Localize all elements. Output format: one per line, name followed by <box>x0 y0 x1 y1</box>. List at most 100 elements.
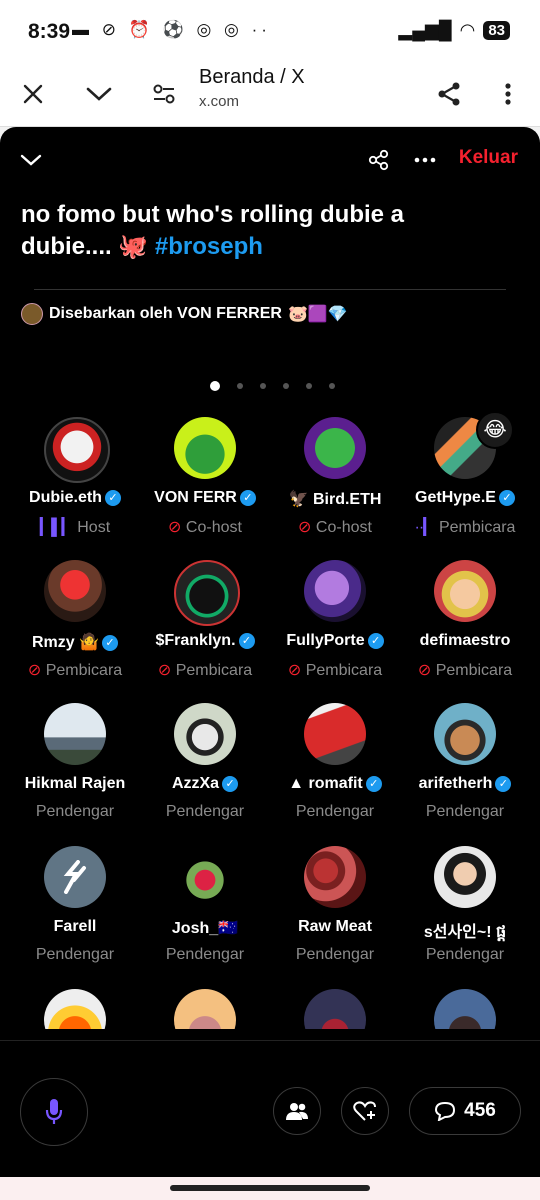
verified-badge-icon: ✓ <box>365 776 382 792</box>
browser-toolbar: Beranda / X x.com <box>0 62 540 127</box>
participant-role: Pendengar <box>425 803 505 820</box>
verified-badge-icon: ✓ <box>498 490 515 506</box>
participant-name: AzzXa <box>171 775 220 792</box>
mic-icon <box>45 1099 63 1124</box>
participant-card[interactable]: Farell Pendengar <box>10 846 140 986</box>
muted-mic-icon: ⊘ <box>298 519 312 536</box>
avatar <box>44 846 106 908</box>
participant-name: VON FERR <box>154 489 237 506</box>
page-dot <box>283 383 289 389</box>
participant-name: Hikmal Rajen <box>24 775 126 792</box>
speaking-icon: ▎▌▎ <box>39 519 74 536</box>
participants-button[interactable] <box>273 1087 321 1135</box>
participant-role: Pendengar <box>165 803 245 820</box>
avatar <box>304 989 366 1029</box>
participant-role: Pendengar <box>295 946 375 963</box>
participant-card[interactable]: AzzXa ✓ Pendengar <box>140 703 270 843</box>
participant-row: Dubie.eth ✓ ▎▌▎ Host VON FERR ✓ ⊘ Co-host … <box>10 411 530 560</box>
heart-plus-icon <box>353 1101 376 1121</box>
participant-card[interactable]: arifetherh ✓ Pendengar <box>400 703 530 843</box>
participant-card[interactable] <box>270 989 400 1029</box>
participant-role: Co-host <box>185 519 242 536</box>
verified-badge-icon: ✓ <box>239 490 256 506</box>
participant-card[interactable]: Raw Meat Pendengar <box>270 846 400 986</box>
participant-name: Josh_🇦🇺 <box>171 920 239 937</box>
participant-card[interactable]: ▲ romafit ✓ Pendengar <box>270 703 400 843</box>
avatar <box>304 846 366 908</box>
participant-card[interactable] <box>140 989 270 1029</box>
participant-name: 🦅 Bird.ETH <box>288 491 382 508</box>
site-settings-icon[interactable] <box>142 72 186 116</box>
participant-card[interactable]: 🦅 Bird.ETH ⊘ Co-host <box>270 417 400 557</box>
participant-card[interactable] <box>400 989 530 1029</box>
participant-card[interactable]: Hikmal Rajen Pendengar <box>10 703 140 843</box>
participant-card[interactable]: Rmzy 🤷 ✓ ⊘ Pembicara <box>10 560 140 700</box>
page-dot <box>306 383 312 389</box>
avatar <box>44 703 106 765</box>
participant-role: Pembicara <box>45 662 123 679</box>
participant-card[interactable]: VON FERR ✓ ⊘ Co-host <box>140 417 270 557</box>
participant-name: FullyPorte <box>286 632 365 649</box>
participant-card[interactable]: FullyPorte ✓ ⊘ Pembicara <box>270 560 400 700</box>
avatar <box>21 303 43 325</box>
verified-badge-icon: ✓ <box>222 776 239 792</box>
avatar <box>44 417 110 483</box>
participant-name: s선사인~! ផ្ដ <box>423 924 507 941</box>
participant-name: $Franklyn. <box>155 632 236 649</box>
participant-card[interactable]: Josh_🇦🇺 Pendengar <box>140 846 270 986</box>
hashtag-link[interactable]: #broseph <box>155 233 263 260</box>
participant-row: Farell Pendengar Josh_🇦🇺 Pendengar Raw M… <box>10 846 530 989</box>
battery-icon: 83 <box>483 21 510 40</box>
browser-url: x.com <box>199 93 240 110</box>
wifi-icon: ◠ <box>459 20 476 40</box>
participant-card[interactable]: 😂 GetHype.E ✓ ··▎ Pembicara <box>400 411 530 557</box>
space-share-icon[interactable] <box>362 143 396 177</box>
more-horiz-icon[interactable] <box>408 143 442 177</box>
avatar <box>44 560 106 622</box>
notification-icons: ▬ ⊘ ⏰ ⚽ ◎ ◎ ·· <box>72 20 271 39</box>
browser-page-title: Beranda / X <box>199 66 305 88</box>
home-handle[interactable] <box>170 1185 370 1191</box>
close-icon[interactable] <box>11 72 55 116</box>
space-title: no fomo but who's rolling dubie a dubie.… <box>21 199 491 263</box>
participant-card[interactable] <box>10 989 140 1029</box>
gesture-nav-bar <box>0 1177 540 1200</box>
share-icon[interactable] <box>427 72 471 116</box>
participant-role: Pendengar <box>35 946 115 963</box>
verified-badge-icon: ✓ <box>104 490 121 506</box>
participant-role: Pendengar <box>295 803 375 820</box>
mic-button[interactable] <box>20 1078 88 1146</box>
more-vert-icon[interactable] <box>486 72 530 116</box>
shared-by-row[interactable]: Disebarkan oleh VON FERRER 🐷🟪💎 <box>21 303 348 325</box>
participant-card[interactable]: s선사인~! ផ្ដ Pendengar <box>400 846 530 986</box>
comments-button[interactable]: 456 <box>409 1087 521 1135</box>
avatar <box>44 989 106 1029</box>
participant-card[interactable]: Dubie.eth ✓ ▎▌▎ Host <box>10 417 140 557</box>
participant-name: ▲ romafit <box>288 775 363 792</box>
avatar <box>434 560 496 622</box>
space-controls: 456 <box>0 1040 540 1177</box>
participant-role: Co-host <box>315 519 372 536</box>
verified-badge-icon: ✓ <box>238 633 255 649</box>
collapse-chevron-icon[interactable] <box>14 143 48 177</box>
avatar <box>174 989 236 1029</box>
participant-role: Pendengar <box>425 946 505 963</box>
people-icon <box>286 1103 308 1120</box>
muted-mic-icon: ⊘ <box>27 662 42 679</box>
participant-name: defimaestro <box>419 632 511 649</box>
participant-role: Pendengar <box>35 803 115 820</box>
participant-name: Farell <box>53 918 97 935</box>
page-dot <box>210 381 220 391</box>
participant-row <box>10 989 530 1029</box>
participant-card[interactable]: defimaestro ⊘ Pembicara <box>400 560 530 700</box>
chevron-down-icon[interactable] <box>77 72 121 116</box>
participant-name: Rmzy 🤷 <box>31 634 100 651</box>
leave-button[interactable]: Keluar <box>459 147 518 169</box>
avatar <box>174 560 240 626</box>
page-dot <box>260 383 266 389</box>
reaction-button[interactable] <box>341 1087 389 1135</box>
participant-card[interactable]: $Franklyn. ✓ ⊘ Pembicara <box>140 560 270 700</box>
status-time: 8:39 <box>28 20 71 43</box>
muted-mic-icon: ⊘ <box>417 662 432 679</box>
muted-mic-icon: ⊘ <box>287 662 302 679</box>
